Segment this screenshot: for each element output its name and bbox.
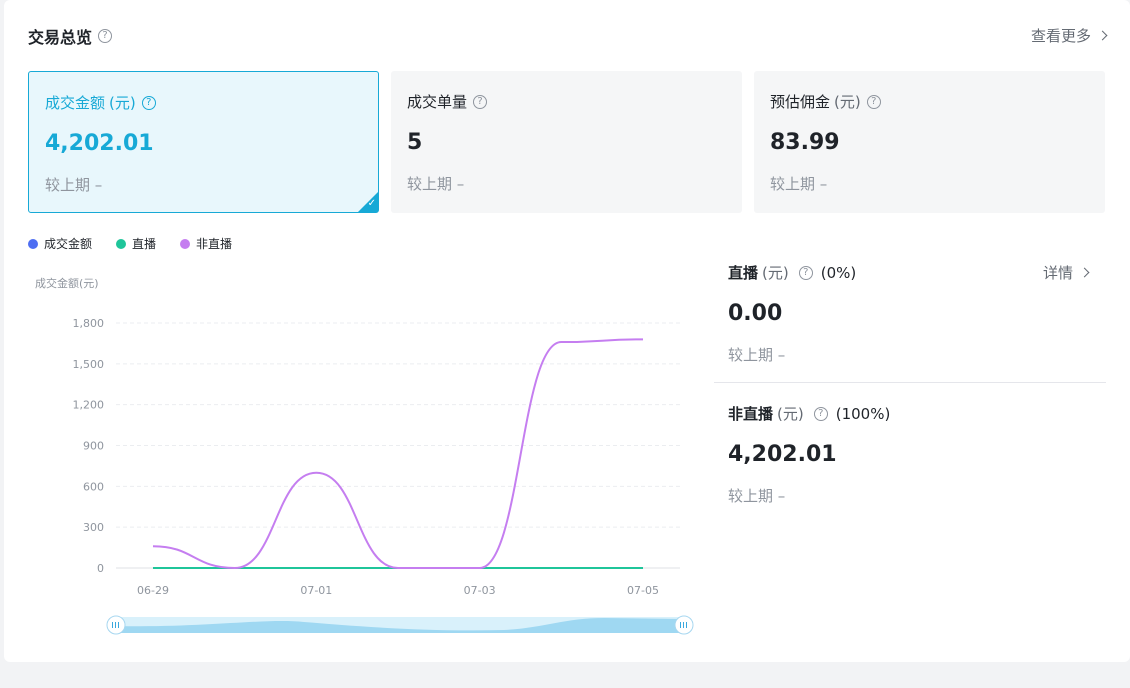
help-icon[interactable]: ? <box>813 406 828 421</box>
legend-item-gmv[interactable]: 成交金额 <box>28 235 92 252</box>
legend-item-nonlive[interactable]: 非直播 <box>180 235 232 252</box>
card-compare: 较上期 – <box>770 175 828 193</box>
nonlive-compare: 较上期 – <box>728 487 786 505</box>
x-tick-label: 07-05 <box>627 584 659 597</box>
card-value: 5 <box>407 130 423 155</box>
series-line-1 <box>152 338 644 570</box>
card-compare: 较上期 – <box>45 176 103 194</box>
card-unit: (元) <box>109 94 136 112</box>
chevron-right-icon <box>1097 30 1108 41</box>
nonlive-name: 非直播 <box>728 405 774 423</box>
help-icon[interactable]: ? <box>866 94 881 109</box>
card-value: 83.99 <box>770 130 840 155</box>
divider <box>714 382 1106 383</box>
x-tick-label: 06-29 <box>137 584 169 597</box>
card-gmv[interactable]: 成交金额 (元) ? 4,202.01 较上期 – ✓ <box>28 71 379 213</box>
card-compare: 较上期 – <box>407 175 465 193</box>
help-icon[interactable]: ? <box>798 265 813 280</box>
live-value: 0.00 <box>728 301 783 326</box>
legend-dot <box>116 238 127 249</box>
trade-overview-panel: 交易总览 ? 查看更多 成交金额 (元) ? 4,202.01 较上期 – ✓ … <box>4 0 1130 662</box>
chevron-right-icon <box>1079 267 1090 278</box>
card-unit: (元) <box>834 93 861 111</box>
legend-dot <box>28 238 38 249</box>
card-label: 成交单量 <box>407 93 468 111</box>
help-icon[interactable]: ? <box>98 29 113 43</box>
nonlive-unit: (元) <box>777 405 804 423</box>
live-percent: (0%) <box>820 263 857 282</box>
legend-dot <box>180 238 191 249</box>
card-value: 4,202.01 <box>45 131 154 156</box>
chart-legend: 成交金额 直播 非直播 <box>28 235 256 252</box>
legend-item-live[interactable]: 直播 <box>116 235 156 252</box>
card-label: 预估佣金 <box>770 93 831 111</box>
live-name: 直播 <box>728 264 759 282</box>
trend-chart: 0 300 600 900 1,200 1,500 1,800 06-29 07-01 07-03… <box>73 317 694 635</box>
help-icon[interactable]: ? <box>141 95 156 110</box>
card-orders[interactable]: 成交单量 ? 5 较上期 – <box>391 71 742 213</box>
x-tick-label: 07-01 <box>300 584 332 597</box>
nonlive-value: 4,202.01 <box>728 442 837 467</box>
view-more-link[interactable]: 查看更多 <box>1031 25 1108 46</box>
detail-link[interactable]: 详情 <box>1043 262 1090 283</box>
y-tick-label: 1,200 <box>73 399 105 412</box>
y-tick-label: 300 <box>83 521 104 534</box>
y-tick-label: 600 <box>83 480 104 493</box>
check-icon: ✓ <box>367 198 376 209</box>
x-tick-label: 07-03 <box>464 584 496 597</box>
y-tick-label: 900 <box>83 440 104 453</box>
live-unit: (元) <box>762 264 789 282</box>
nonlive-percent: (100%) <box>835 404 891 423</box>
y-tick-label: 1,500 <box>73 358 105 371</box>
live-compare: 较上期 – <box>728 346 786 364</box>
card-label: 成交金额 <box>45 94 106 112</box>
y-tick-label: 0 <box>97 562 104 575</box>
live-breakdown: 直播 (元) ? (0%) 详情 0.00 较上期 – <box>728 262 1106 365</box>
help-icon[interactable]: ? <box>473 94 488 109</box>
section-title: 交易总览 ? <box>28 24 113 48</box>
y-axis-label: 成交金额(元) <box>35 277 99 290</box>
y-tick-label: 1,800 <box>73 317 105 330</box>
card-commission[interactable]: 预估佣金 (元) ? 83.99 较上期 – <box>754 71 1105 213</box>
nonlive-breakdown: 非直播 (元) ? (100%) 4,202.01 较上期 – <box>728 403 1106 506</box>
